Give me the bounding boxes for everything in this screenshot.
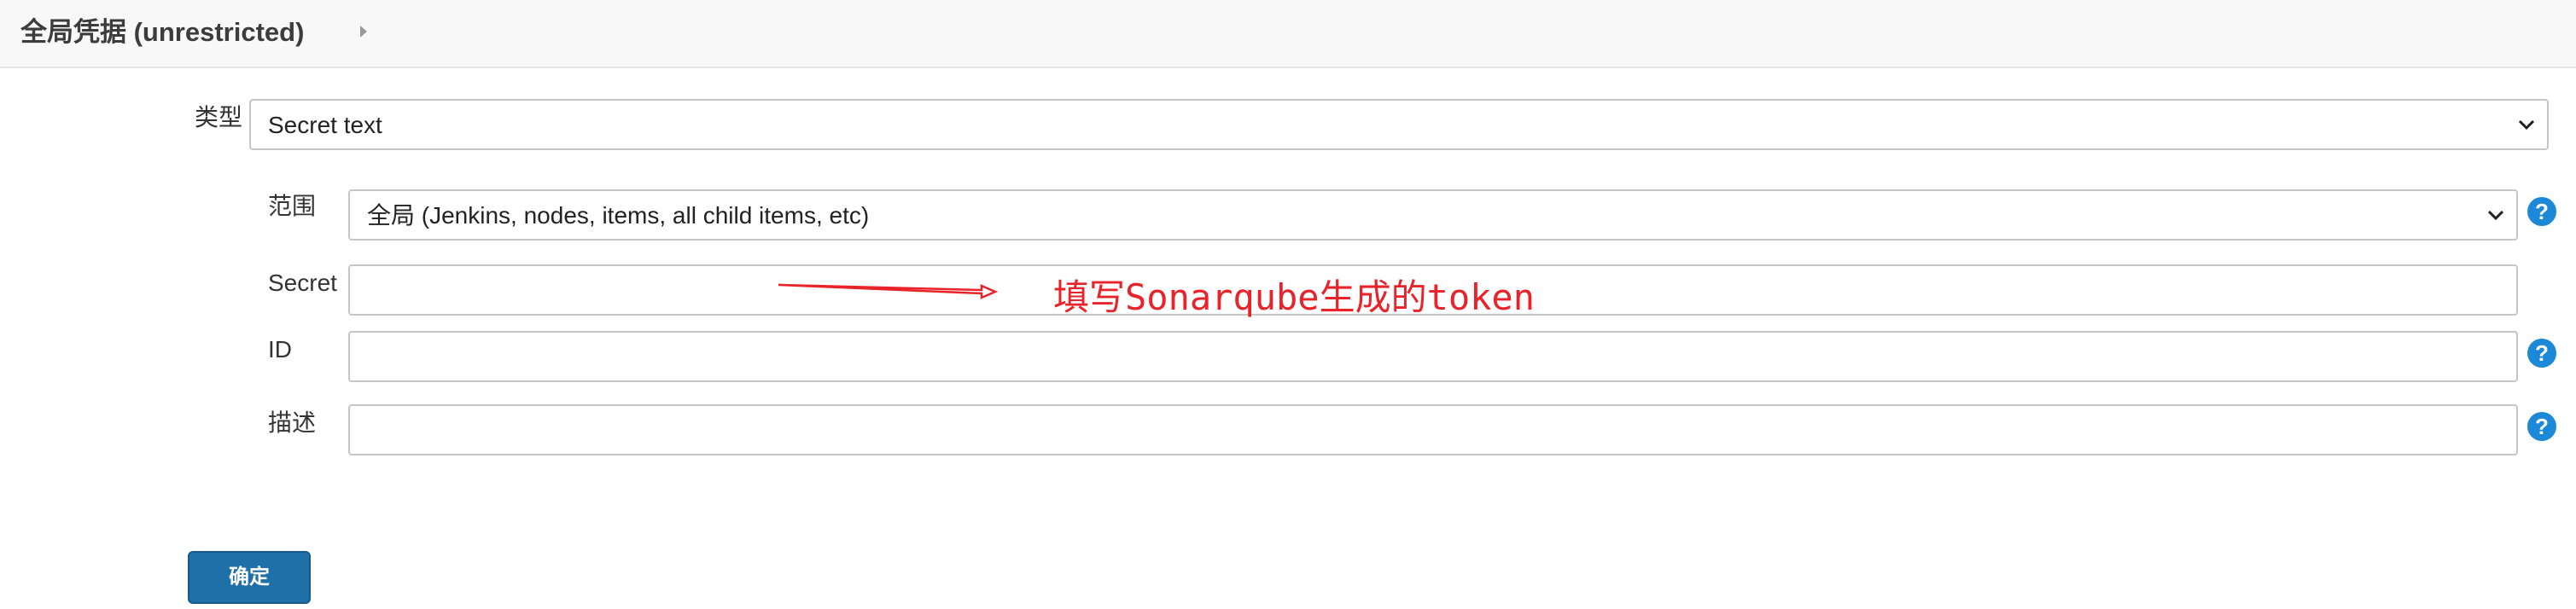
annotation-arrow-icon	[778, 283, 999, 299]
annotation-text: 填写Sonarqube生成的token	[1053, 276, 1536, 318]
description-input[interactable]	[348, 404, 2518, 455]
scope-select[interactable]: 全局 (Jenkins, nodes, items, all child ite…	[348, 189, 2518, 241]
description-help-icon[interactable]: ?	[2527, 412, 2556, 441]
ok-button[interactable]: 确定	[188, 551, 311, 604]
chevron-down-icon	[2518, 119, 2535, 130]
scope-label: 范围	[268, 193, 317, 219]
secret-label: Secret	[268, 270, 337, 296]
id-help-icon[interactable]: ?	[2527, 339, 2556, 368]
breadcrumb-bar: 全局凭据 (unrestricted)	[0, 0, 2576, 68]
id-label: ID	[268, 336, 292, 362]
id-input[interactable]	[348, 331, 2518, 382]
description-label: 描述	[268, 409, 317, 436]
breadcrumb-title[interactable]: 全局凭据 (unrestricted)	[20, 14, 304, 51]
kind-label: 类型	[195, 104, 243, 130]
kind-select-value: Secret text	[268, 112, 382, 138]
breadcrumb-chevron-right-icon[interactable]	[360, 26, 367, 38]
chevron-down-icon	[2487, 210, 2504, 221]
scope-help-icon[interactable]: ?	[2527, 197, 2556, 226]
kind-select[interactable]: Secret text	[249, 99, 2549, 150]
scope-select-value: 全局 (Jenkins, nodes, items, all child ite…	[367, 202, 870, 229]
